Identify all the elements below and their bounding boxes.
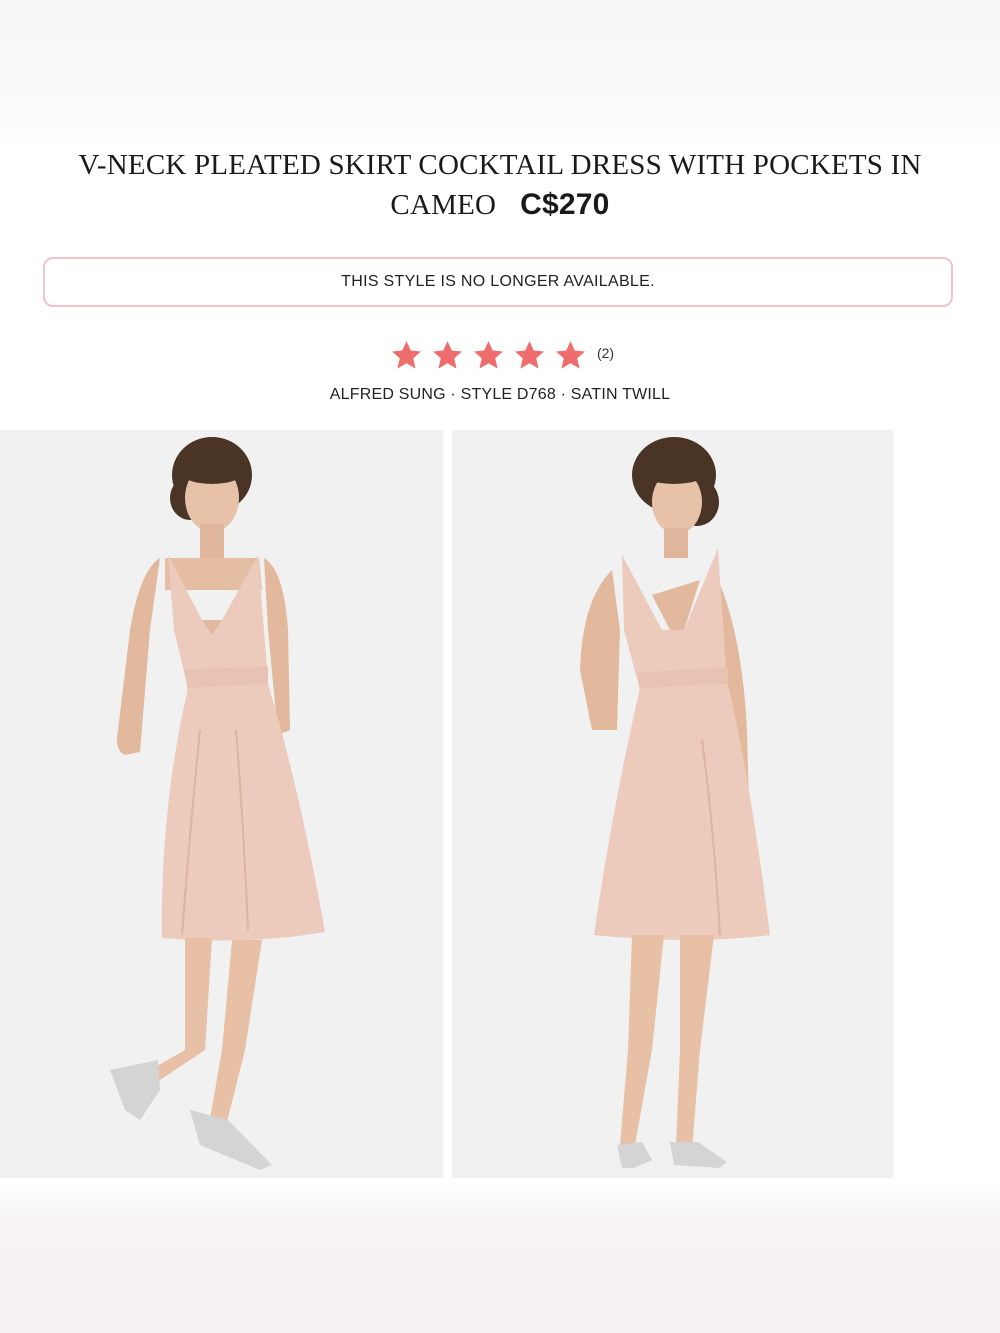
product-title-block: V-NECK PLEATED SKIRT COCKTAIL DRESS WITH… (40, 146, 960, 225)
availability-notice: THIS STYLE IS NO LONGER AVAILABLE. (43, 257, 953, 307)
product-price: C$270 (520, 188, 610, 221)
top-fade-background (0, 0, 1000, 150)
review-count-link[interactable]: (2) (597, 345, 614, 361)
product-title: V-NECK PLEATED SKIRT COCKTAIL DRESS WITH… (78, 149, 922, 221)
star-icon (513, 339, 546, 372)
product-meta-line: ALFRED SUNG · STYLE D768 · SATIN TWILL (329, 386, 671, 403)
star-icon (431, 339, 464, 372)
star-icon (554, 339, 587, 372)
star-icon (472, 339, 505, 372)
product-image-back[interactable] (452, 430, 893, 1178)
bottom-fade-background (0, 1180, 1000, 1333)
rating-row[interactable]: (2) (0, 337, 1000, 373)
star-icon (390, 339, 423, 372)
availability-notice-text: THIS STYLE IS NO LONGER AVAILABLE. (341, 273, 655, 290)
product-image-front[interactable] (0, 430, 443, 1178)
